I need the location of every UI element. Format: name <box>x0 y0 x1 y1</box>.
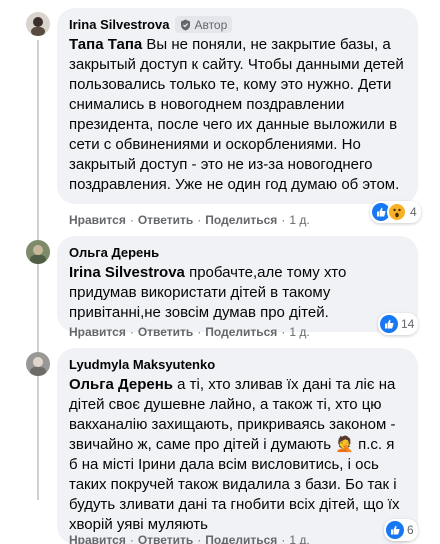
like-button[interactable]: Нравится <box>69 213 126 227</box>
comment-text: Тапа Тапа Вы не поняли, не закрытие базы… <box>69 35 406 195</box>
separator: · <box>197 213 202 227</box>
comment-bubble: Lyudmyla Maksyutenko Ольга Дерень а ті, … <box>57 348 418 544</box>
reply-button[interactable]: Ответить <box>138 533 193 544</box>
comment-actions: Нравится · Ответить · Поделиться · 1 д. <box>69 533 310 544</box>
avatar[interactable] <box>26 352 50 376</box>
reply-button[interactable]: Ответить <box>138 213 193 227</box>
like-reaction-icon <box>386 521 404 539</box>
mention-link[interactable]: Irina Silvestrova <box>69 264 185 281</box>
avatar[interactable] <box>26 240 50 264</box>
like-button[interactable]: Нравится <box>69 533 126 544</box>
comment-body: а ті, хто зливав їх дані та ліє на дітей… <box>69 376 400 533</box>
comment-actions: Нравится · Ответить · Поделиться · 1 д. <box>69 213 310 227</box>
share-button[interactable]: Поделиться <box>205 325 277 339</box>
comment-author[interactable]: Lyudmyla Maksyutenko <box>69 357 215 372</box>
comment-bubble: Ольга Дерень Irina Silvestrova пробачте,… <box>57 236 418 332</box>
comment-body: Вы не поняли, не закрытие базы, а закрыт… <box>69 36 404 193</box>
thread-line <box>37 40 39 500</box>
timestamp[interactable]: 1 д. <box>289 325 309 339</box>
separator: · <box>129 325 134 339</box>
reaction-summary[interactable]: 6 <box>384 519 418 541</box>
wow-reaction-icon <box>387 202 407 222</box>
comment-bubble: Irina Silvestrova Автор Тапа Тапа Вы не … <box>57 8 418 204</box>
comment-actions: Нравится · Ответить · Поделиться · 1 д. <box>69 325 310 339</box>
separator: · <box>197 533 202 544</box>
timestamp[interactable]: 1 д. <box>289 213 309 227</box>
separator: · <box>281 213 286 227</box>
separator: · <box>281 533 286 544</box>
separator: · <box>129 213 134 227</box>
separator: · <box>197 325 202 339</box>
reply-button[interactable]: Ответить <box>138 325 193 339</box>
author-badge: Автор <box>175 16 233 33</box>
timestamp[interactable]: 1 д. <box>289 533 309 544</box>
comment-text: Ольга Дерень а ті, хто зливав їх дані та… <box>69 375 406 535</box>
reaction-count: 14 <box>401 317 415 331</box>
reaction-summary[interactable]: 4 <box>370 201 421 223</box>
like-button[interactable]: Нравится <box>69 325 126 339</box>
badge-label: Автор <box>194 17 228 32</box>
reaction-summary[interactable]: 14 <box>378 313 419 335</box>
comment-author[interactable]: Ольга Дерень <box>69 245 159 260</box>
avatar[interactable] <box>26 12 50 36</box>
share-button[interactable]: Поделиться <box>205 213 277 227</box>
mention-link[interactable]: Ольга Дерень <box>69 376 173 393</box>
like-reaction-icon <box>380 315 398 333</box>
share-button[interactable]: Поделиться <box>205 533 277 544</box>
shield-icon <box>181 19 191 30</box>
reaction-count: 4 <box>410 205 417 219</box>
mention-link[interactable]: Тапа Тапа <box>69 36 142 53</box>
separator: · <box>129 533 134 544</box>
reaction-count: 6 <box>407 523 414 537</box>
comment-author[interactable]: Irina Silvestrova <box>69 17 169 32</box>
separator: · <box>281 325 286 339</box>
comment-text: Irina Silvestrova пробачте,але тому хто … <box>69 263 406 323</box>
